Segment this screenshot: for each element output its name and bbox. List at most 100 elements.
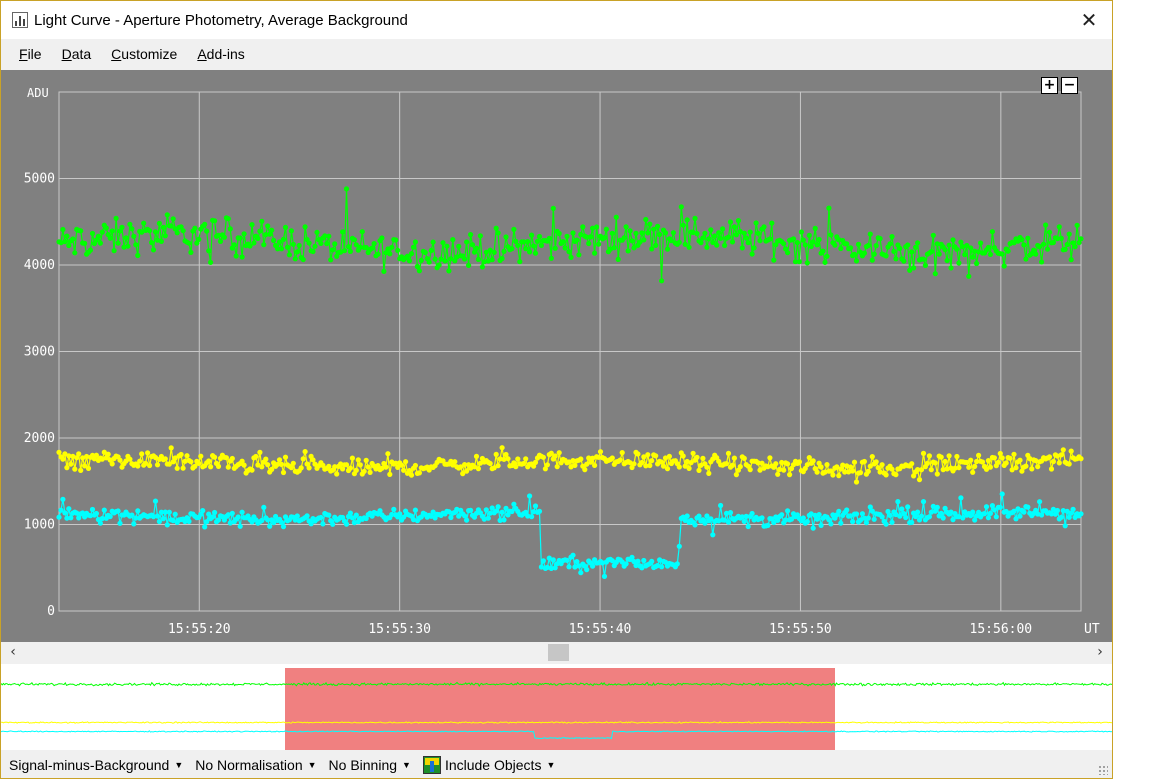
- data-point: [103, 225, 109, 231]
- overview-chart[interactable]: [1, 664, 1112, 750]
- zoom-out-button[interactable]: −: [1061, 77, 1078, 94]
- resize-grip-icon[interactable]: [1098, 765, 1108, 775]
- data-point: [501, 517, 507, 523]
- data-point: [767, 455, 773, 461]
- data-point: [540, 454, 547, 460]
- data-point: [796, 259, 803, 265]
- data-point: [495, 230, 501, 236]
- include-objects-label: Include Objects: [444, 757, 542, 773]
- binning-dropdown-label: No Binning: [328, 757, 398, 773]
- data-point: [785, 461, 791, 467]
- data-point: [725, 519, 732, 525]
- scroll-left-icon[interactable]: ‹: [3, 642, 23, 663]
- data-point: [107, 235, 113, 241]
- normalisation-dropdown[interactable]: No Normalisation ▼: [195, 757, 320, 773]
- include-objects-dropdown[interactable]: Include Objects ▼: [422, 756, 559, 774]
- data-point: [1058, 514, 1064, 520]
- data-point: [974, 260, 980, 267]
- zoom-in-button[interactable]: +: [1041, 77, 1058, 94]
- series-1: [56, 445, 1084, 485]
- data-point: [970, 469, 976, 475]
- data-point: [893, 472, 899, 478]
- data-point: [174, 465, 180, 471]
- data-point: [1070, 506, 1076, 512]
- data-point: [379, 235, 385, 241]
- data-point: [117, 520, 123, 526]
- data-point: [395, 247, 401, 253]
- data-point: [464, 239, 470, 245]
- light-curve-plot[interactable]: 0 1000 2000 3000 4000 5000 15:55:20 15:55:30 15:…: [1, 70, 1112, 642]
- data-point: [828, 521, 834, 527]
- data-point: [117, 457, 123, 463]
- data-point: [129, 226, 135, 232]
- data-point: [536, 508, 543, 514]
- data-point: [999, 455, 1005, 461]
- data-point: [314, 229, 320, 235]
- data-point: [903, 514, 909, 521]
- data-point: [550, 205, 556, 211]
- data-point: [493, 225, 499, 231]
- data-point: [1048, 466, 1055, 472]
- data-point: [540, 558, 547, 564]
- data-point: [215, 463, 222, 469]
- scroll-thumb[interactable]: [548, 644, 569, 661]
- menu-customize[interactable]: Customize: [111, 46, 177, 62]
- binning-dropdown[interactable]: No Binning ▼: [329, 757, 415, 773]
- data-point: [680, 222, 686, 228]
- data-point: [135, 463, 141, 469]
- data-point: [647, 462, 653, 469]
- light-curve-chart[interactable]: 0 1000 2000 3000 4000 5000 15:55:20 15:55:30 15:…: [1, 70, 1112, 642]
- data-point: [926, 453, 933, 459]
- data-point: [1058, 452, 1064, 458]
- data-point: [562, 245, 568, 251]
- overview-panel[interactable]: [1, 664, 1112, 750]
- data-point: [946, 453, 952, 459]
- data-point: [265, 462, 271, 468]
- data-point: [210, 514, 216, 520]
- data-point: [119, 224, 125, 230]
- data-point: [432, 256, 438, 262]
- data-point: [901, 258, 907, 264]
- menu-data[interactable]: Data: [62, 46, 92, 62]
- data-point: [495, 463, 501, 469]
- data-point: [60, 496, 66, 502]
- scroll-right-icon[interactable]: ›: [1090, 642, 1110, 663]
- data-point: [850, 519, 856, 525]
- data-point: [623, 561, 629, 567]
- data-point: [529, 232, 535, 238]
- close-icon[interactable]: ✕: [1066, 1, 1112, 39]
- data-point: [515, 242, 521, 249]
- data-point: [300, 456, 306, 462]
- menu-file[interactable]: File: [19, 46, 42, 62]
- data-point: [1021, 242, 1027, 248]
- signal-dropdown[interactable]: Signal-minus-Background ▼: [9, 757, 187, 773]
- data-point: [168, 445, 174, 451]
- data-point: [735, 218, 742, 224]
- data-point: [198, 453, 204, 459]
- data-point: [515, 456, 521, 462]
- data-point: [115, 508, 121, 514]
- data-point: [905, 504, 911, 510]
- data-point: [832, 242, 838, 248]
- menu-add-ins[interactable]: Add-ins: [197, 46, 244, 62]
- data-point: [710, 532, 716, 538]
- data-point: [107, 513, 113, 520]
- data-point: [241, 462, 247, 468]
- data-point: [446, 268, 452, 274]
- data-point: [450, 237, 456, 243]
- data-point: [891, 248, 897, 254]
- signal-dropdown-label: Signal-minus-Background: [9, 757, 170, 773]
- series-line: [58, 188, 1082, 281]
- data-point: [162, 456, 168, 462]
- data-point: [1003, 460, 1009, 466]
- data-point: [229, 510, 235, 516]
- data-point: [217, 238, 224, 244]
- data-point: [629, 238, 635, 244]
- chevron-down-icon: ▼: [402, 760, 411, 770]
- data-point: [978, 240, 984, 246]
- data-point: [787, 472, 793, 478]
- data-point: [751, 245, 757, 251]
- data-point: [930, 232, 936, 238]
- data-point: [1078, 456, 1084, 462]
- horizontal-scrollbar[interactable]: ‹ ›: [1, 642, 1112, 663]
